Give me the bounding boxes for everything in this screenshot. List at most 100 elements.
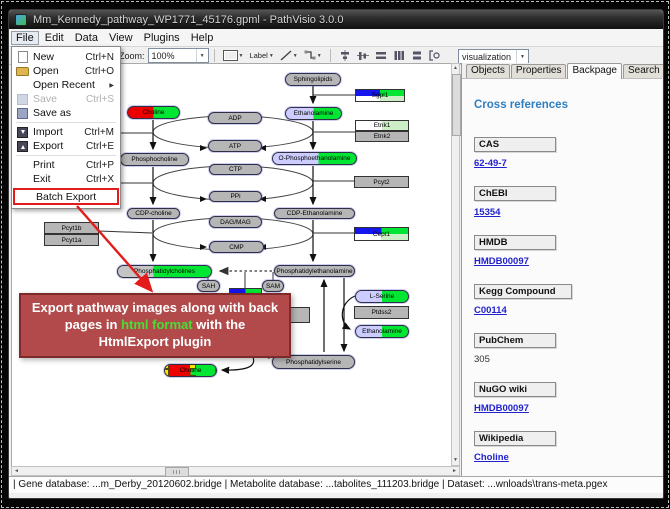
title-bar[interactable]: Mm_Kennedy_pathway_WP1771_45176.gpml - P…: [9, 10, 663, 29]
file-menu-open[interactable]: Open Ctrl+O: [12, 64, 120, 78]
canvas-vertical-scrollbar[interactable]: ▲ ▼: [451, 63, 460, 466]
zoom-value: 100%: [152, 51, 175, 61]
pathway-node-dag-mag[interactable]: DAG/MAG: [209, 216, 262, 228]
xref-link[interactable]: HMDB00097: [474, 403, 650, 414]
tab-objects[interactable]: Objects: [466, 64, 510, 78]
chevron-down-icon[interactable]: ▼: [516, 50, 528, 63]
canvas-horizontal-scrollbar[interactable]: ◄ ►: [11, 466, 460, 476]
connector-tool-button[interactable]: ▼: [302, 49, 324, 62]
align-center-icon: [339, 50, 351, 61]
chevron-down-icon[interactable]: ▼: [317, 53, 322, 59]
pathway-node-sam[interactable]: SAM: [262, 280, 284, 292]
tab-search[interactable]: Search: [623, 64, 664, 78]
tab-properties[interactable]: Properties: [511, 64, 567, 78]
distribute-vertical-button[interactable]: [391, 49, 407, 62]
pathway-node-pcyt2[interactable]: Pcyt2: [354, 176, 409, 188]
file-menu-print[interactable]: Print Ctrl+P: [12, 158, 120, 172]
file-menu-export[interactable]: Export Ctrl+E: [12, 139, 120, 153]
pathway-node-ctp[interactable]: CTP: [209, 164, 262, 175]
line-tool-button[interactable]: ▼: [278, 49, 300, 62]
pathway-node-etnk1[interactable]: Etnk1: [355, 120, 409, 131]
pathway-node-phosphocholine[interactable]: Phosphocholine: [120, 153, 189, 166]
pathway-node-phosphatidylethanolamine[interactable]: Phosphatidylethanolamine: [274, 265, 355, 277]
scroll-down-icon[interactable]: ▼: [452, 456, 459, 465]
chevron-down-icon[interactable]: ▼: [293, 53, 298, 59]
align-middle-icon: [357, 50, 369, 61]
pathway-node-cdp-choline[interactable]: CDP-choline: [127, 208, 180, 219]
file-menu-new[interactable]: New Ctrl+N: [12, 50, 120, 64]
pathway-node-phosphatidylcholines[interactable]: Phosphatidylcholines: [117, 265, 212, 278]
xref-link[interactable]: HMDB00097: [474, 256, 650, 267]
scroll-up-icon[interactable]: ▲: [452, 64, 459, 73]
xref-source-name: ChEBI: [474, 186, 556, 201]
pathway-node-cdp-ethanolamine[interactable]: CDP-Ethanolamine: [274, 208, 355, 219]
pathway-node-choline[interactable]: Choline: [127, 106, 180, 119]
xref-link[interactable]: 62-49-7: [474, 158, 650, 169]
zoom-combobox[interactable]: 100% ▼: [148, 48, 209, 63]
pathway-node-adp[interactable]: ADP: [208, 112, 262, 124]
pathway-node-sah[interactable]: SAH: [197, 280, 220, 292]
file-menu-exit[interactable]: Exit Ctrl+X: [12, 172, 120, 186]
file-menu-save[interactable]: Save Ctrl+S: [12, 92, 120, 106]
pathway-node-l-serine[interactable]: L-Serine: [355, 290, 409, 303]
menu-separator: [16, 122, 116, 123]
selection-handle[interactable]: [189, 364, 196, 369]
open-folder-icon: [16, 66, 29, 77]
toolbar-separator: [214, 49, 215, 62]
save-icon: [16, 94, 29, 105]
menu-help[interactable]: Help: [186, 31, 219, 45]
pathway-node-etnk2[interactable]: Etnk2: [355, 131, 409, 142]
panel-tabstrip: Objects Properties Backpage Search Legen…: [462, 63, 662, 79]
file-menu-open-recent[interactable]: Open Recent ▶: [12, 78, 120, 92]
pathway-node-pcyt1b[interactable]: Pcyt1b: [44, 222, 99, 234]
visualization-combobox[interactable]: visualization ▼: [458, 49, 529, 64]
menu-data[interactable]: Data: [70, 31, 103, 45]
chevron-down-icon[interactable]: ▼: [269, 53, 274, 59]
xref-link[interactable]: Choline: [474, 452, 650, 463]
export-icon: [16, 141, 29, 152]
datanode-tool-button[interactable]: ▼: [221, 49, 246, 62]
xref-link[interactable]: C00114: [474, 305, 650, 316]
stack-button[interactable]: [409, 49, 425, 62]
menu-file[interactable]: File: [11, 31, 39, 45]
chevron-down-icon[interactable]: ▼: [196, 49, 208, 62]
label-tool-button[interactable]: Label ▼: [247, 50, 275, 61]
menu-view[interactable]: View: [104, 31, 138, 45]
scroll-right-icon[interactable]: ►: [450, 467, 459, 475]
file-menu-batch-export[interactable]: Batch Export: [13, 188, 119, 205]
file-menu-save-as[interactable]: Save as: [12, 106, 120, 120]
pathway-node-sphingolipids[interactable]: Sphingolipids: [285, 73, 341, 86]
pathway-node-choline[interactable]: Choline: [164, 364, 217, 377]
distribute-horizontal-button[interactable]: [373, 49, 389, 62]
pathway-node-pcyt1a[interactable]: Pcyt1a: [44, 234, 99, 246]
align-center-button[interactable]: [337, 49, 353, 62]
align-middle-button[interactable]: [355, 49, 371, 62]
file-menu-import[interactable]: Import Ctrl+M: [12, 125, 120, 139]
pathway-node-sgpl1[interactable]: Sgpl1: [355, 89, 405, 102]
side-panel: Objects Properties Backpage Search Legen…: [461, 63, 662, 476]
xref-section-wikipedia: Wikipedia Choline: [474, 431, 650, 463]
pathway-node-cmp[interactable]: CMP: [209, 241, 264, 253]
group-button[interactable]: [427, 49, 443, 62]
group-icon: [429, 50, 441, 61]
xref-source-name: CAS: [474, 137, 556, 152]
menu-edit[interactable]: Edit: [40, 31, 69, 45]
vertical-scroll-thumb[interactable]: [452, 74, 461, 136]
pathway-node-ethanolamine[interactable]: Ethanolamine: [285, 107, 342, 120]
pathway-node-o-phosphoethanolamine[interactable]: O-Phosphoethanolamine: [272, 152, 357, 165]
pathway-node-atp[interactable]: ATP: [208, 140, 262, 152]
line-icon: [280, 50, 292, 61]
menu-plugins[interactable]: Plugins: [139, 31, 185, 45]
annotation-callout: Export pathway images along with back pa…: [19, 293, 291, 358]
tab-backpage[interactable]: Backpage: [567, 63, 621, 79]
selection-handle[interactable]: [189, 375, 196, 377]
pathway-node-ethanolamine[interactable]: Ethanolamine: [355, 325, 409, 338]
scroll-left-icon[interactable]: ◄: [12, 467, 21, 475]
menu-bar: File Edit Data View Plugins Help: [9, 29, 663, 47]
pathway-node-cept1[interactable]: Cept1: [354, 227, 409, 241]
xref-value: 305: [474, 354, 650, 365]
xref-link[interactable]: 15354: [474, 207, 650, 218]
pathway-node-ptdss2[interactable]: Ptdss2: [354, 306, 409, 319]
pathway-node-ppi[interactable]: PPi: [209, 191, 262, 202]
chevron-down-icon[interactable]: ▼: [239, 53, 244, 59]
